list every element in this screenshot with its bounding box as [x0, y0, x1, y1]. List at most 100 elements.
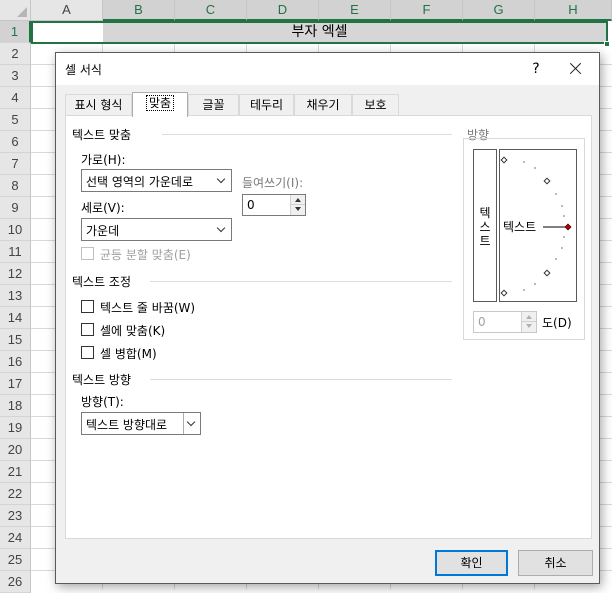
row-header-17[interactable]: 17	[0, 373, 31, 395]
column-header-h[interactable]: H	[535, 0, 612, 21]
row-header-16[interactable]: 16	[0, 351, 31, 373]
tab-font[interactable]: 글꼴	[188, 94, 239, 116]
text-alignment-heading: 텍스트 맞춤	[72, 128, 132, 142]
row-header-26[interactable]: 26	[0, 571, 31, 593]
help-button[interactable]: ?	[524, 57, 548, 81]
row-header-24[interactable]: 24	[0, 527, 31, 549]
row-header-21[interactable]: 21	[0, 461, 31, 483]
row-header-2[interactable]: 2	[0, 43, 31, 65]
dial-tick	[563, 236, 565, 238]
group-divider	[150, 379, 452, 380]
degrees-value: 0	[478, 315, 486, 329]
row-header-10[interactable]: 10	[0, 219, 31, 241]
wrap-text-label: 텍스트 줄 바꿈(W)	[100, 301, 196, 315]
fill-handle[interactable]	[604, 41, 610, 47]
dial-marker-minus-90	[500, 289, 508, 297]
row-header-11[interactable]: 11	[0, 241, 31, 263]
indent-spin-buttons	[290, 195, 305, 215]
text-direction-select[interactable]: 텍스트 방향대로	[81, 412, 201, 435]
row-header-23[interactable]: 23	[0, 505, 31, 527]
row-header-15[interactable]: 15	[0, 329, 31, 351]
tab-label: 글꼴	[202, 98, 225, 112]
row-header-25[interactable]: 25	[0, 549, 31, 571]
row-header-8[interactable]: 8	[0, 175, 31, 197]
column-header-c[interactable]: C	[175, 0, 247, 21]
tab-number[interactable]: 표시 형식	[65, 94, 132, 116]
text-direction-heading: 텍스트 방향	[72, 373, 132, 387]
dial-tick	[561, 205, 563, 207]
tab-protection[interactable]: 보호	[352, 94, 399, 116]
direction-label: 방향(T):	[81, 395, 124, 409]
tab-fill[interactable]: 채우기	[294, 94, 352, 116]
dial-tick	[534, 283, 536, 285]
alignment-panel: 텍스트 맞춤 가로(H): 선택 영역의 가운데로 들여쓰기(I): 0 세로(…	[65, 115, 592, 539]
degrees-stepper[interactable]: 0	[473, 311, 537, 333]
row-header-20[interactable]: 20	[0, 439, 31, 461]
column-header-d[interactable]: D	[247, 0, 319, 21]
row-header-12[interactable]: 12	[0, 263, 31, 285]
row-header-6[interactable]: 6	[0, 131, 31, 153]
row-header-3[interactable]: 3	[0, 65, 31, 87]
select-all-corner[interactable]	[0, 0, 31, 21]
column-header-f[interactable]: F	[391, 0, 463, 21]
dial-tick	[561, 247, 563, 249]
horizontal-label: 가로(H):	[81, 153, 126, 167]
row-header-22[interactable]: 22	[0, 483, 31, 505]
row-header-7[interactable]: 7	[0, 153, 31, 175]
text-direction-value: 텍스트 방향대로	[86, 418, 168, 432]
spin-up-icon[interactable]	[291, 195, 305, 205]
close-icon[interactable]	[562, 57, 590, 81]
spin-down-icon[interactable]	[522, 322, 536, 332]
dial-tick	[534, 167, 536, 169]
orientation-dial[interactable]: 텍스트	[499, 149, 577, 302]
chevron-down-icon	[183, 413, 200, 434]
indent-stepper[interactable]: 0	[242, 194, 306, 216]
degrees-spin-buttons	[521, 312, 536, 332]
column-header-a[interactable]: A	[31, 0, 103, 21]
dial-marker-45	[543, 177, 551, 185]
dialog-title: 셀 서식	[65, 63, 102, 77]
row-header-5[interactable]: 5	[0, 109, 31, 131]
vertical-alignment-value: 가운데	[86, 224, 120, 238]
tab-label: 맞춤	[145, 95, 175, 111]
checkbox-box	[81, 346, 94, 359]
checkbox-box	[81, 247, 94, 260]
row-header-1[interactable]: 1	[0, 21, 31, 43]
row-header-18[interactable]: 18	[0, 395, 31, 417]
column-header-g[interactable]: G	[463, 0, 535, 21]
horizontal-alignment-select[interactable]: 선택 영역의 가운데로	[81, 169, 232, 192]
row-header-4[interactable]: 4	[0, 87, 31, 109]
shrink-to-fit-label: 셀에 맞춤(K)	[100, 324, 166, 338]
orientation-group: 텍스트 텍스트 0 도(D)	[463, 138, 585, 340]
cancel-button[interactable]: 취소	[518, 550, 593, 576]
vertical-alignment-select[interactable]: 가운데	[81, 218, 232, 241]
column-header-b[interactable]: B	[103, 0, 175, 21]
row-header-9[interactable]: 9	[0, 197, 31, 219]
dial-tick	[563, 215, 565, 217]
row-header-14[interactable]: 14	[0, 307, 31, 329]
tab-label: 테두리	[249, 98, 284, 112]
dial-pointer-handle[interactable]	[564, 223, 572, 231]
indent-label: 들여쓰기(I):	[242, 176, 304, 190]
column-header-e[interactable]: E	[319, 0, 391, 21]
row-header-13[interactable]: 13	[0, 285, 31, 307]
cell-text: 부자 엑셀	[291, 24, 348, 40]
tab-border[interactable]: 테두리	[239, 94, 294, 116]
row-header-19[interactable]: 19	[0, 417, 31, 439]
spin-down-icon[interactable]	[291, 205, 305, 215]
vertical-text-sample: 텍스트	[479, 206, 491, 248]
dial-tick	[555, 193, 557, 195]
tab-label: 표시 형식	[74, 98, 123, 112]
ok-button[interactable]: 확인	[435, 550, 508, 576]
dialog-title-bar[interactable]: 셀 서식 ?	[56, 53, 599, 85]
group-divider	[162, 134, 452, 135]
vertical-text-toggle[interactable]: 텍스트	[473, 149, 497, 302]
dial-marker-minus-45	[543, 269, 551, 277]
tab-alignment[interactable]: 맞춤	[132, 92, 188, 117]
chevron-down-icon	[214, 170, 231, 191]
spin-up-icon[interactable]	[522, 312, 536, 322]
dial-tick	[523, 161, 525, 163]
group-divider	[150, 281, 452, 282]
selected-cell-range[interactable]: 부자 엑셀	[31, 21, 608, 44]
merge-cells-label: 셀 병합(M)	[100, 347, 157, 361]
